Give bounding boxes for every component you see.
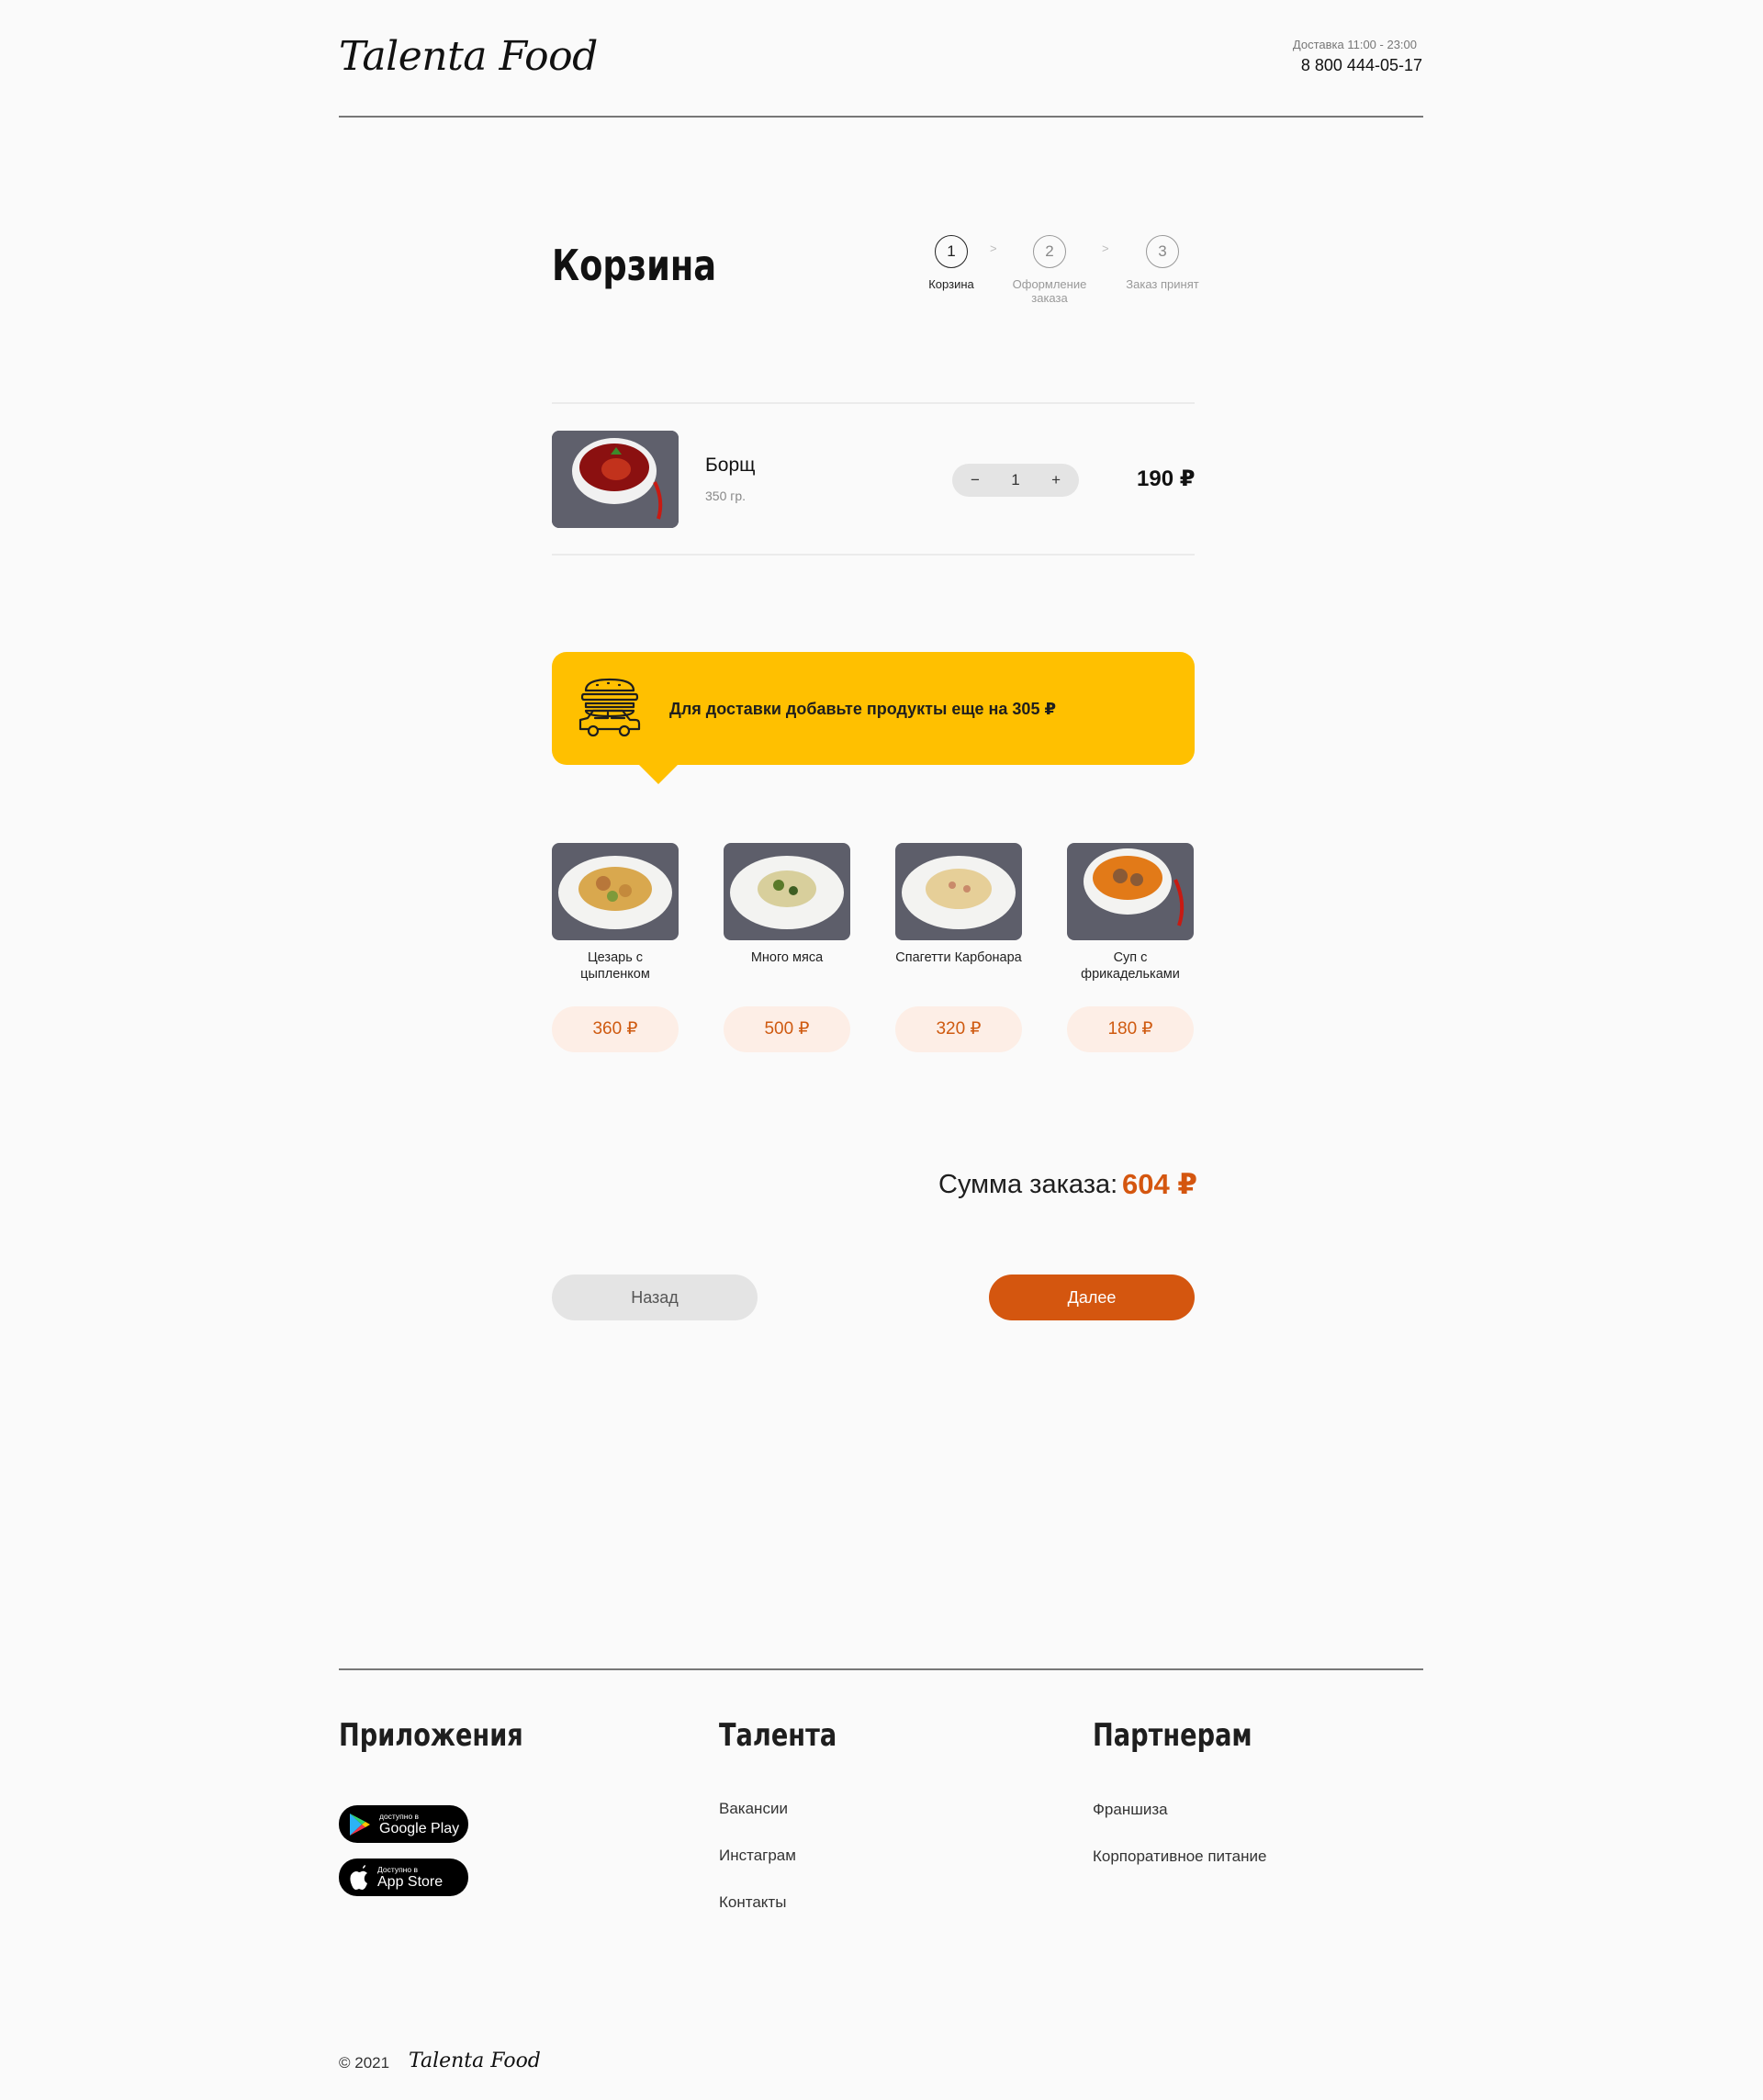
copyright: © 2021 [339,2054,390,2072]
footer-talenta-heading: Талента [719,1717,837,1754]
order-total-label: Сумма заказа: [938,1170,1118,1199]
meat-pasta-photo [724,843,850,940]
step-number: 3 [1146,235,1179,268]
next-button[interactable]: Далее [989,1275,1195,1320]
back-button[interactable]: Назад [552,1275,758,1320]
site-logo[interactable]: Talenta Food [339,33,598,80]
add-to-cart-price-button[interactable]: 180 ₽ [1067,1006,1194,1052]
phone-number[interactable]: 8 800 444-05-17 [1301,56,1422,75]
step-order-accepted: 3 Заказ принят [1107,235,1218,291]
app-store-caption: Доступно в [377,1864,418,1874]
step-label: Заказ принят [1126,277,1199,291]
product-name: Цезарь с цыпленком [580,950,650,982]
carbonara-photo [895,843,1022,940]
footer-logo[interactable]: Talenta Food [409,2049,541,2072]
step-number: 1 [935,235,968,268]
add-to-cart-price-button[interactable]: 360 ₽ [552,1006,679,1052]
cart-divider-top [552,402,1195,404]
cart-item-name: Борщ [705,455,756,476]
add-to-cart-price-button[interactable]: 320 ₽ [895,1006,1022,1052]
product-name: Много мяса [750,950,824,965]
meatball-soup-image-icon [1067,843,1194,940]
burger-car-icon [577,678,641,745]
app-store-badge[interactable]: Доступно в App Store [339,1859,468,1896]
product-name: Спагетти Карбонара [895,950,1022,965]
footer-divider [339,1668,1423,1670]
page-title: Корзина [552,241,717,290]
increase-button[interactable]: + [1051,471,1061,489]
google-play-label: Google Play [379,1820,460,1836]
product-card[interactable]: Цезарь с цыпленком 360 ₽ [552,843,679,1052]
product-card[interactable]: Много мяса 500 ₽ [724,843,850,1052]
apple-icon [350,1864,367,1890]
add-to-cart-price-button[interactable]: 500 ₽ [724,1006,850,1052]
footer-link-franchise[interactable]: Франшиза [1093,1801,1168,1819]
caesar-image-icon [552,843,679,940]
google-play-caption: доступно в [379,1811,420,1821]
order-total-value: 604 ₽ [1122,1168,1197,1200]
footer-link-vacancies[interactable]: Вакансии [719,1800,788,1818]
quantity-value: 1 [1011,471,1020,489]
step-label: Корзина [928,277,974,291]
cart-item-weight: 350 гр. [705,489,747,503]
google-play-badge[interactable]: доступно в Google Play [339,1805,468,1843]
product-name: Суп с фрикадельками [1081,950,1180,982]
product-card[interactable]: Суп с фрикадельками 180 ₽ [1067,843,1194,1052]
quantity-stepper: − 1 + [952,464,1079,497]
meatball-soup-photo [1067,843,1194,940]
footer-link-contacts[interactable]: Контакты [719,1893,786,1912]
decrease-button[interactable]: − [971,471,980,489]
google-play-icon [350,1813,370,1836]
footer-link-instagram[interactable]: Инстаграм [719,1847,796,1865]
footer-apps-heading: Приложения [339,1717,523,1754]
app-store-label: App Store [377,1873,444,1890]
cart-item-price: 190 ₽ [1137,466,1196,491]
borsch-image-icon [552,431,679,528]
product-card[interactable]: Спагетти Карбонара 320 ₽ [895,843,1022,1052]
step-label: Оформление заказа [1012,277,1087,305]
carbonara-image-icon [895,843,1022,940]
borsch-photo [552,431,679,528]
caesar-photo [552,843,679,940]
delivery-banner-text: Для доставки добавьте продукты еще на 30… [669,700,1056,718]
banner-pointer [638,764,679,784]
footer-partners-heading: Партнерам [1093,1717,1252,1754]
header-divider [339,116,1423,118]
step-checkout: 2 Оформление заказа [994,235,1106,305]
footer-link-corporate-catering[interactable]: Корпоративное питание [1093,1847,1266,1866]
delivery-hours: Доставка 11:00 - 23:00 [1292,38,1417,51]
cart-divider-bottom [552,554,1195,556]
step-number: 2 [1033,235,1066,268]
meat-pasta-image-icon [724,843,850,940]
